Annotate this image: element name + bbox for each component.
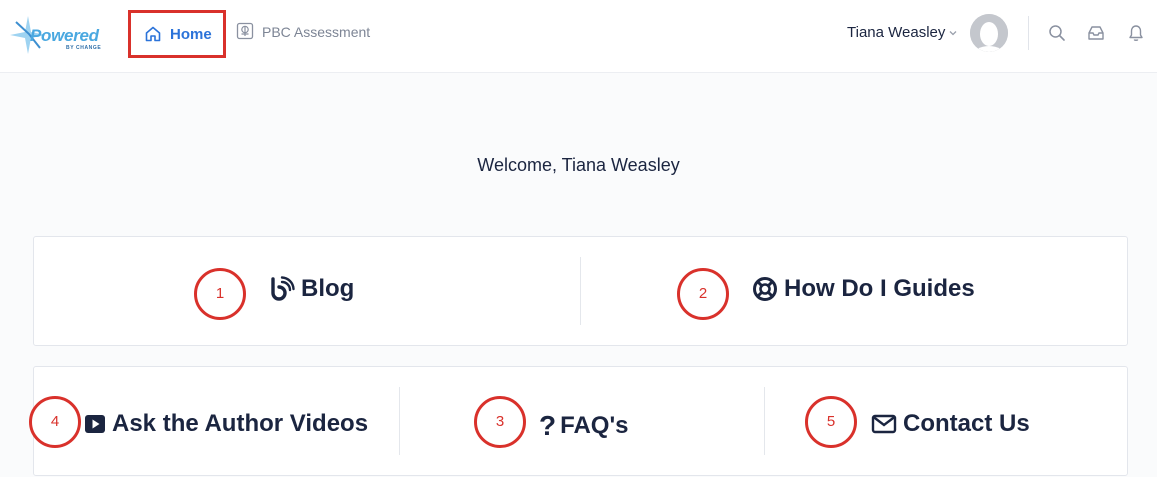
blog-icon <box>271 276 295 301</box>
faq-label: FAQ's <box>560 412 629 439</box>
chevron-down-icon[interactable] <box>948 28 958 38</box>
quick-links-card-bottom: Ask the Author Videos ? FAQ's Contact Us <box>33 366 1128 476</box>
ask-the-author-videos-link[interactable]: Ask the Author Videos <box>84 410 368 438</box>
annotation-marker-2: 2 <box>677 268 729 320</box>
logo-wordmark: Powered <box>30 26 99 45</box>
blog-link[interactable]: Blog <box>269 275 354 303</box>
nav-pbc-assessment-label: PBC Assessment <box>262 24 371 40</box>
question-mark-icon: ? <box>539 410 557 441</box>
ask-the-author-videos-label: Ask the Author Videos <box>112 410 369 437</box>
life-ring-icon <box>753 277 777 301</box>
annotation-marker-1: 1 <box>194 268 246 320</box>
annotation-marker-5: 5 <box>805 396 857 448</box>
card-divider <box>764 387 765 455</box>
top-navbar: Powered BY CHANGE Home PBC Assessment Ti… <box>0 0 1157 73</box>
blog-link-label: Blog <box>301 275 355 302</box>
how-do-i-guides-link[interactable]: How Do I Guides <box>752 275 975 303</box>
card-divider <box>399 387 400 455</box>
home-icon <box>145 26 161 42</box>
user-avatar[interactable] <box>970 14 1008 52</box>
assessment-icon <box>236 22 254 40</box>
logo-tagline: BY CHANGE <box>66 45 102 51</box>
welcome-message: Welcome, Tiana Weasley <box>477 155 680 175</box>
inbox-icon[interactable] <box>1087 24 1105 42</box>
powered-by-change-logo[interactable]: Powered BY CHANGE <box>8 12 108 58</box>
annotation-marker-3: 3 <box>474 396 526 448</box>
nav-home-label: Home <box>170 26 212 43</box>
annotation-marker-4: 4 <box>29 396 81 448</box>
envelope-icon <box>871 414 897 434</box>
contact-us-link[interactable]: Contact Us <box>871 410 1030 438</box>
video-play-icon <box>85 415 105 433</box>
default-avatar-icon <box>970 14 1008 52</box>
bell-icon[interactable] <box>1127 24 1145 42</box>
faq-link[interactable]: ? FAQ's <box>539 410 629 442</box>
how-do-i-guides-label: How Do I Guides <box>784 275 975 302</box>
header-divider <box>1028 16 1029 50</box>
contact-us-label: Contact Us <box>903 410 1030 437</box>
search-icon[interactable] <box>1048 24 1066 42</box>
card-divider <box>580 257 581 325</box>
nav-home-tab[interactable]: Home <box>128 10 226 58</box>
user-menu-name[interactable]: Tiana Weasley <box>847 24 945 41</box>
